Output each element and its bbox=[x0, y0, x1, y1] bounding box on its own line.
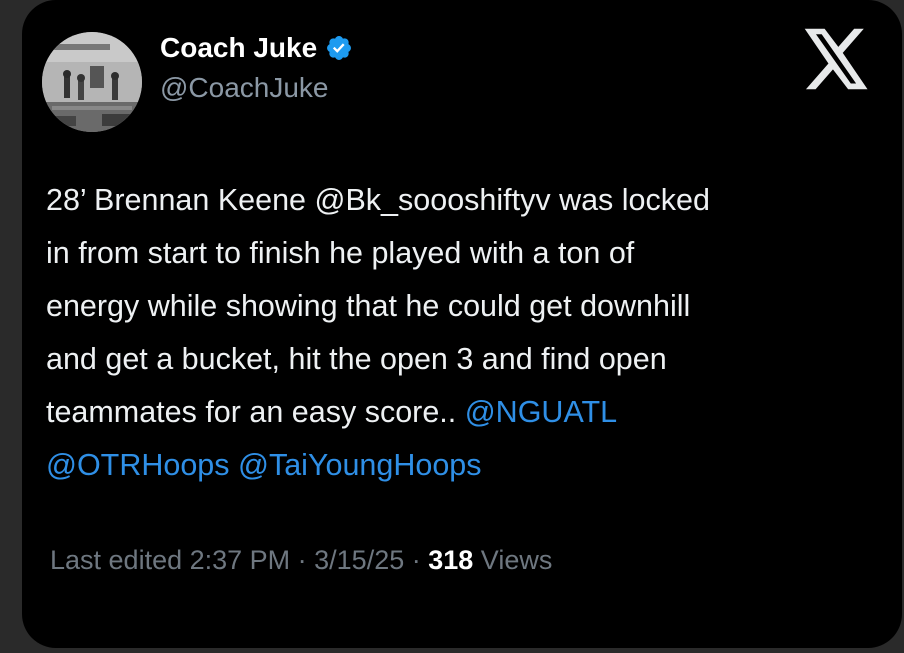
mention-nguatl[interactable]: @NGUATL bbox=[465, 395, 617, 429]
author-name[interactable]: Coach Juke bbox=[160, 30, 317, 66]
edited-timestamp[interactable]: Last edited 2:37 PM · 3/15/25 · bbox=[50, 545, 428, 575]
tweet-meta: Last edited 2:37 PM · 3/15/25 · 318 View… bbox=[50, 540, 552, 580]
views-label: Views bbox=[473, 545, 553, 575]
verified-badge-icon bbox=[325, 34, 353, 62]
tweet-line-4: and get a bucket, hit the open 3 and fin… bbox=[46, 342, 667, 376]
avatar-photo bbox=[42, 32, 142, 132]
tweet-line-1: 28’ Brennan Keene @Bk_soooshiftyv was lo… bbox=[46, 183, 710, 217]
mention-otrhoops[interactable]: @OTRHoops bbox=[46, 448, 230, 482]
author-handle[interactable]: @CoachJuke bbox=[160, 70, 329, 106]
tweet-line-2: in from start to finish he played with a… bbox=[46, 236, 635, 270]
tweet-text: 28’ Brennan Keene @Bk_soooshiftyv was lo… bbox=[46, 174, 886, 492]
x-logo-icon[interactable] bbox=[804, 28, 870, 90]
author-name-row: Coach Juke bbox=[160, 30, 353, 66]
tweet-line-5: teammates for an easy score.. bbox=[46, 395, 465, 429]
views-count: 318 bbox=[428, 545, 474, 575]
tweet-card: Coach Juke @CoachJuke 28’ Brennan Keene … bbox=[22, 0, 902, 648]
mention-taiyounghoops[interactable]: @TaiYoungHoops bbox=[238, 448, 482, 482]
tweet-line-3: energy while showing that he could get d… bbox=[46, 289, 691, 323]
avatar[interactable] bbox=[42, 32, 142, 132]
